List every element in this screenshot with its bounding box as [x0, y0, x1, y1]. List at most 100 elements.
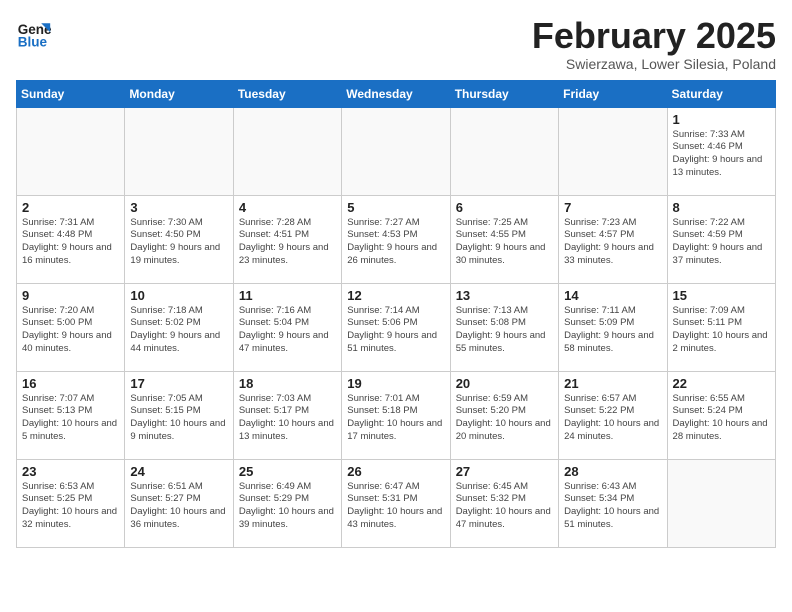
day-number: 16 [22, 376, 119, 391]
day-number: 2 [22, 200, 119, 215]
calendar-day-cell: 7 Sunrise: 7:23 AM Sunset: 4:57 PM Daylig… [559, 195, 667, 283]
page-header: General Blue February 2025 Swierzawa, Lo… [16, 16, 776, 72]
day-number: 12 [347, 288, 444, 303]
calendar-day-cell: 1 Sunrise: 7:33 AM Sunset: 4:46 PM Daylig… [667, 107, 775, 195]
calendar-day-cell [233, 107, 341, 195]
day-number: 20 [456, 376, 553, 391]
day-number: 17 [130, 376, 227, 391]
day-info: Sunrise: 7:28 AM Sunset: 4:51 PM Dayligh… [239, 217, 336, 268]
calendar-day-cell: 16Sunrise: 7:07 AM Sunset: 5:13 PM Dayli… [17, 371, 125, 459]
logo-icon: General Blue [16, 16, 52, 52]
calendar-week-row: 9 Sunrise: 7:20 AM Sunset: 5:00 PM Daylig… [17, 283, 776, 371]
svg-text:Blue: Blue [18, 35, 48, 50]
calendar-day-cell: 15 Sunrise: 7:09 AM Sunset: 5:11 PM Dayli… [667, 283, 775, 371]
calendar-day-cell: 24Sunrise: 6:51 AM Sunset: 5:27 PM Dayli… [125, 459, 233, 547]
day-number: 15 [673, 288, 770, 303]
calendar-day-cell: 12 Sunrise: 7:14 AM Sunset: 5:06 PM Dayli… [342, 283, 450, 371]
calendar-day-cell [125, 107, 233, 195]
day-number: 5 [347, 200, 444, 215]
calendar-day-cell [342, 107, 450, 195]
calendar-day-cell [17, 107, 125, 195]
day-number: 21 [564, 376, 661, 391]
calendar-day-cell: 6 Sunrise: 7:25 AM Sunset: 4:55 PM Daylig… [450, 195, 558, 283]
calendar-day-cell: 27Sunrise: 6:45 AM Sunset: 5:32 PM Dayli… [450, 459, 558, 547]
day-info: Sunrise: 7:27 AM Sunset: 4:53 PM Dayligh… [347, 217, 444, 268]
calendar-week-row: 2 Sunrise: 7:31 AM Sunset: 4:48 PM Daylig… [17, 195, 776, 283]
day-info: Sunrise: 6:49 AM Sunset: 5:29 PM Dayligh… [239, 481, 336, 532]
day-number: 7 [564, 200, 661, 215]
calendar-week-row: 23Sunrise: 6:53 AM Sunset: 5:25 PM Dayli… [17, 459, 776, 547]
day-info: Sunrise: 7:30 AM Sunset: 4:50 PM Dayligh… [130, 217, 227, 268]
day-info: Sunrise: 7:09 AM Sunset: 5:11 PM Dayligh… [673, 305, 770, 356]
day-info: Sunrise: 7:33 AM Sunset: 4:46 PM Dayligh… [673, 129, 770, 180]
calendar-day-cell: 8 Sunrise: 7:22 AM Sunset: 4:59 PM Daylig… [667, 195, 775, 283]
calendar-day-cell: 11 Sunrise: 7:16 AM Sunset: 5:04 PM Dayli… [233, 283, 341, 371]
month-title: February 2025 [532, 16, 776, 56]
calendar-day-cell: 18 Sunrise: 7:03 AM Sunset: 5:17 PM Dayli… [233, 371, 341, 459]
calendar-week-row: 16Sunrise: 7:07 AM Sunset: 5:13 PM Dayli… [17, 371, 776, 459]
weekday-header-thursday: Thursday [450, 80, 558, 107]
location-subtitle: Swierzawa, Lower Silesia, Poland [532, 56, 776, 72]
day-info: Sunrise: 6:55 AM Sunset: 5:24 PM Dayligh… [673, 393, 770, 444]
day-info: Sunrise: 7:11 AM Sunset: 5:09 PM Dayligh… [564, 305, 661, 356]
calendar-day-cell: 10 Sunrise: 7:18 AM Sunset: 5:02 PM Dayli… [125, 283, 233, 371]
calendar-day-cell [559, 107, 667, 195]
day-info: Sunrise: 7:18 AM Sunset: 5:02 PM Dayligh… [130, 305, 227, 356]
day-info: Sunrise: 7:05 AM Sunset: 5:15 PM Dayligh… [130, 393, 227, 444]
day-info: Sunrise: 6:43 AM Sunset: 5:34 PM Dayligh… [564, 481, 661, 532]
day-number: 3 [130, 200, 227, 215]
calendar-day-cell: 2 Sunrise: 7:31 AM Sunset: 4:48 PM Daylig… [17, 195, 125, 283]
day-info: Sunrise: 7:01 AM Sunset: 5:18 PM Dayligh… [347, 393, 444, 444]
weekday-header-row: SundayMondayTuesdayWednesdayThursdayFrid… [17, 80, 776, 107]
calendar-day-cell: 17 Sunrise: 7:05 AM Sunset: 5:15 PM Dayli… [125, 371, 233, 459]
day-info: Sunrise: 7:16 AM Sunset: 5:04 PM Dayligh… [239, 305, 336, 356]
logo: General Blue [16, 16, 52, 52]
day-number: 13 [456, 288, 553, 303]
day-number: 27 [456, 464, 553, 479]
calendar-day-cell: 28 Sunrise: 6:43 AM Sunset: 5:34 PM Dayli… [559, 459, 667, 547]
day-info: Sunrise: 6:57 AM Sunset: 5:22 PM Dayligh… [564, 393, 661, 444]
day-info: Sunrise: 7:22 AM Sunset: 4:59 PM Dayligh… [673, 217, 770, 268]
weekday-header-friday: Friday [559, 80, 667, 107]
calendar-day-cell: 14 Sunrise: 7:11 AM Sunset: 5:09 PM Dayli… [559, 283, 667, 371]
day-number: 8 [673, 200, 770, 215]
calendar-day-cell: 5 Sunrise: 7:27 AM Sunset: 4:53 PM Daylig… [342, 195, 450, 283]
calendar-table: SundayMondayTuesdayWednesdayThursdayFrid… [16, 80, 776, 548]
day-info: Sunrise: 7:31 AM Sunset: 4:48 PM Dayligh… [22, 217, 119, 268]
calendar-day-cell [667, 459, 775, 547]
title-block: February 2025 Swierzawa, Lower Silesia, … [532, 16, 776, 72]
day-info: Sunrise: 7:20 AM Sunset: 5:00 PM Dayligh… [22, 305, 119, 356]
day-number: 10 [130, 288, 227, 303]
weekday-header-monday: Monday [125, 80, 233, 107]
calendar-week-row: 1 Sunrise: 7:33 AM Sunset: 4:46 PM Daylig… [17, 107, 776, 195]
calendar-day-cell: 22Sunrise: 6:55 AM Sunset: 5:24 PM Dayli… [667, 371, 775, 459]
day-number: 1 [673, 112, 770, 127]
calendar-day-cell: 26Sunrise: 6:47 AM Sunset: 5:31 PM Dayli… [342, 459, 450, 547]
day-number: 28 [564, 464, 661, 479]
weekday-header-sunday: Sunday [17, 80, 125, 107]
day-number: 11 [239, 288, 336, 303]
day-number: 4 [239, 200, 336, 215]
calendar-day-cell: 25 Sunrise: 6:49 AM Sunset: 5:29 PM Dayli… [233, 459, 341, 547]
day-info: Sunrise: 6:59 AM Sunset: 5:20 PM Dayligh… [456, 393, 553, 444]
calendar-day-cell [450, 107, 558, 195]
day-info: Sunrise: 7:23 AM Sunset: 4:57 PM Dayligh… [564, 217, 661, 268]
day-info: Sunrise: 7:14 AM Sunset: 5:06 PM Dayligh… [347, 305, 444, 356]
calendar-day-cell: 23Sunrise: 6:53 AM Sunset: 5:25 PM Dayli… [17, 459, 125, 547]
day-number: 9 [22, 288, 119, 303]
weekday-header-wednesday: Wednesday [342, 80, 450, 107]
day-number: 25 [239, 464, 336, 479]
calendar-day-cell: 4 Sunrise: 7:28 AM Sunset: 4:51 PM Daylig… [233, 195, 341, 283]
day-number: 14 [564, 288, 661, 303]
calendar-day-cell: 20 Sunrise: 6:59 AM Sunset: 5:20 PM Dayli… [450, 371, 558, 459]
calendar-day-cell: 21 Sunrise: 6:57 AM Sunset: 5:22 PM Dayli… [559, 371, 667, 459]
day-info: Sunrise: 7:03 AM Sunset: 5:17 PM Dayligh… [239, 393, 336, 444]
day-info: Sunrise: 6:51 AM Sunset: 5:27 PM Dayligh… [130, 481, 227, 532]
day-info: Sunrise: 7:13 AM Sunset: 5:08 PM Dayligh… [456, 305, 553, 356]
calendar-day-cell: 13 Sunrise: 7:13 AM Sunset: 5:08 PM Dayli… [450, 283, 558, 371]
day-number: 18 [239, 376, 336, 391]
day-number: 6 [456, 200, 553, 215]
weekday-header-saturday: Saturday [667, 80, 775, 107]
day-info: Sunrise: 7:25 AM Sunset: 4:55 PM Dayligh… [456, 217, 553, 268]
day-info: Sunrise: 6:53 AM Sunset: 5:25 PM Dayligh… [22, 481, 119, 532]
